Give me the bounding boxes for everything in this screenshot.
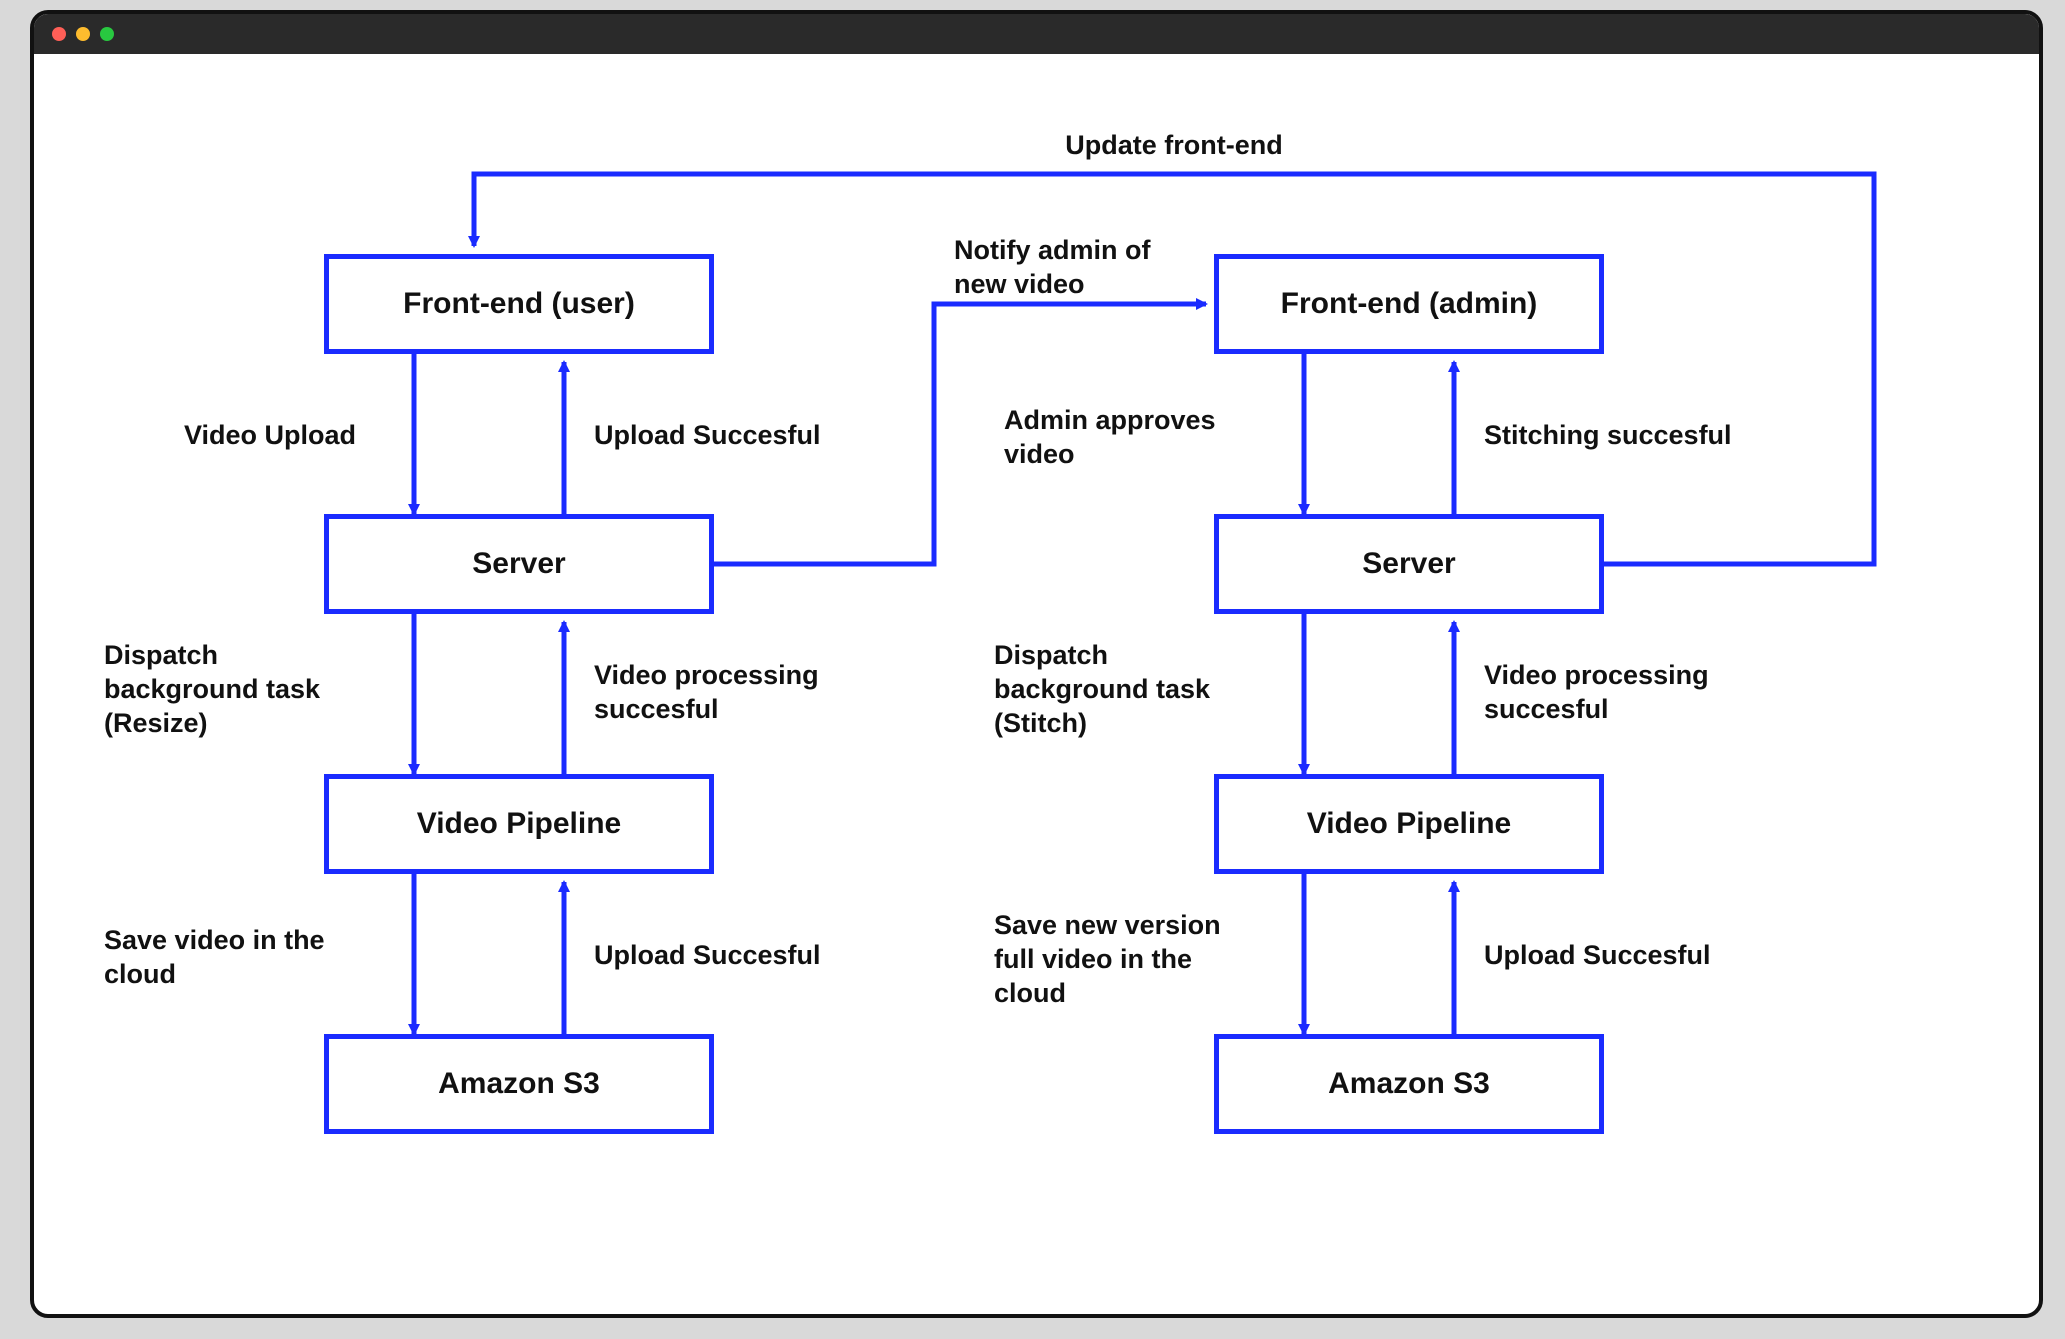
edge-label-dispatch-stitch: Dispatch background task (Stitch): [994, 639, 1210, 740]
node-server-left: Server: [324, 514, 714, 614]
node-frontend-admin: Front-end (admin): [1214, 254, 1604, 354]
node-pipeline-left: Video Pipeline: [324, 774, 714, 874]
node-pipeline-right: Video Pipeline: [1214, 774, 1604, 874]
edge-label-save-cloud-right: Save new version full video in the cloud: [994, 909, 1221, 1010]
node-s3-right: Amazon S3: [1214, 1034, 1604, 1134]
edge-label-s3-upload-successful-right: Upload Succesful: [1484, 939, 1711, 973]
node-label: Video Pipeline: [1307, 807, 1512, 841]
node-label: Server: [472, 547, 565, 581]
edge-label-update-frontend: Update front-end: [994, 129, 1354, 163]
edge-label-s3-upload-successful-left: Upload Succesful: [594, 939, 821, 973]
edge-label-notify-admin: Notify admin of new video: [954, 234, 1151, 302]
node-label: Front-end (admin): [1281, 287, 1538, 321]
node-server-right: Server: [1214, 514, 1604, 614]
node-label: Video Pipeline: [417, 807, 622, 841]
edge-label-stitching-successful: Stitching succesful: [1484, 419, 1732, 453]
node-label: Front-end (user): [403, 287, 635, 321]
diagram-canvas: Front-end (user) Server Video Pipeline A…: [34, 54, 2039, 1314]
stage: Front-end (user) Server Video Pipeline A…: [0, 0, 2065, 1339]
node-s3-left: Amazon S3: [324, 1034, 714, 1134]
window-titlebar: [34, 14, 2039, 54]
edge-label-upload-successful-1: Upload Succesful: [594, 419, 821, 453]
edge-label-processing-successful-right: Video processing succesful: [1484, 659, 1709, 727]
traffic-light-zoom-icon[interactable]: [100, 27, 114, 41]
edge-label-save-cloud-left: Save video in the cloud: [104, 924, 325, 992]
mock-window: Front-end (user) Server Video Pipeline A…: [30, 10, 2043, 1318]
traffic-light-close-icon[interactable]: [52, 27, 66, 41]
traffic-light-minimize-icon[interactable]: [76, 27, 90, 41]
node-frontend-user: Front-end (user): [324, 254, 714, 354]
edge-label-admin-approves: Admin approves video: [1004, 404, 1216, 472]
node-label: Amazon S3: [438, 1067, 600, 1101]
edge-label-processing-successful-left: Video processing succesful: [594, 659, 819, 727]
node-label: Amazon S3: [1328, 1067, 1490, 1101]
edge-label-video-upload: Video Upload: [184, 419, 356, 453]
edge-label-dispatch-resize: Dispatch background task (Resize): [104, 639, 320, 740]
node-label: Server: [1362, 547, 1455, 581]
